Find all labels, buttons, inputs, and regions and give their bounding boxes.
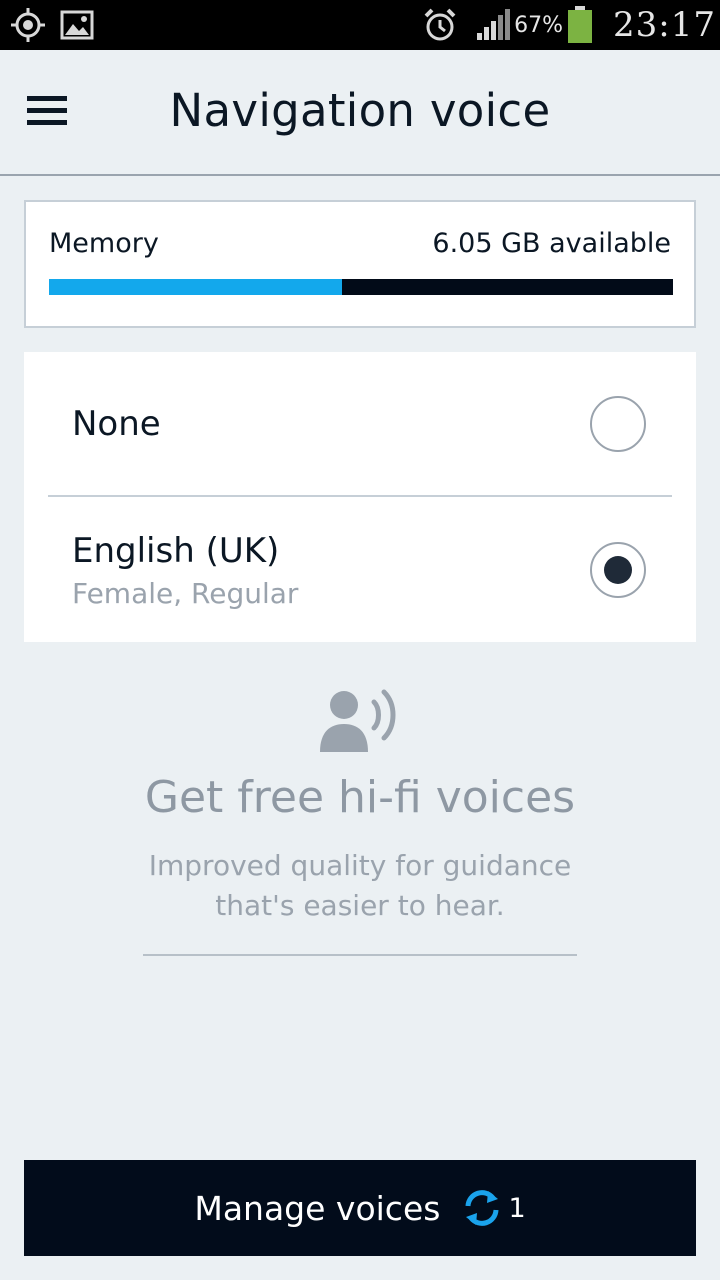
manage-voices-button[interactable]: Manage voices 1 [24,1160,696,1256]
voice-radio-english-uk[interactable] [590,542,646,598]
status-bar: 67% 23:17 [0,0,720,50]
alarm-icon [422,7,458,43]
gps-icon [10,7,46,43]
promo-description: Improved quality for guidance that's eas… [0,846,720,926]
voice-option-none[interactable]: None [48,352,672,497]
manage-voices-label: Manage voices [194,1188,441,1228]
signal-icon [476,9,511,41]
image-icon [60,10,94,40]
voice-option-name: None [72,404,161,444]
promo-description-line-1: Improved quality for guidance [148,849,572,882]
battery-icon [567,6,593,44]
battery-percent: 67% [514,12,564,38]
voice-option-name: English (UK) [72,531,280,571]
voice-option-english-uk[interactable]: English (UK) Female, Regular [24,497,696,642]
voice-option-detail: Female, Regular [72,577,299,610]
promo-title: Get free hi-fi voices [144,772,576,823]
radio-selected-dot [604,556,632,584]
memory-card: Memory 6.05 GB available [24,200,696,328]
sync-icon [462,1189,502,1231]
promo-divider [143,954,577,956]
status-clock: 23:17 [613,5,716,45]
memory-usage-bar [49,279,673,295]
sync-count: 1 [508,1192,526,1224]
voice-radio-none[interactable] [590,396,646,452]
app-header: Navigation voice [0,50,720,176]
page-title: Navigation voice [169,84,551,137]
memory-available: 6.05 GB available [432,228,671,259]
promo-description-line-2: that's easier to hear. [215,889,505,922]
memory-usage-fill [49,279,343,295]
status-left-icons [10,7,94,43]
status-right-icons: 67% 23:17 [422,0,716,50]
memory-label: Memory [49,228,159,259]
voice-list: None English (UK) Female, Regular [24,352,696,642]
speaking-person-icon [318,684,402,754]
